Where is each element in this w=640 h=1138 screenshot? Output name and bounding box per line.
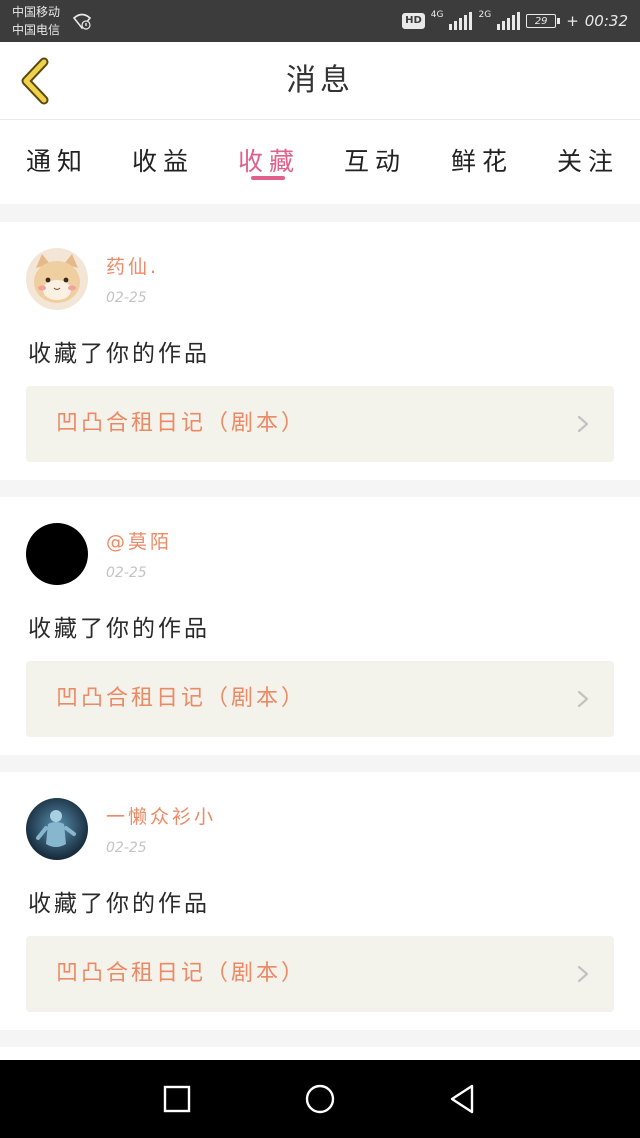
- work-title: 凹凸合租日记（剧本）: [56, 686, 307, 711]
- clock: 00:32: [584, 12, 628, 30]
- message-card: 一懒众衫小 02-25 收藏了你的作品 凹凸合租日记（剧本）: [0, 772, 640, 1030]
- network-2g-label: 2G: [478, 10, 492, 20]
- action-text: 收藏了你的作品: [28, 891, 210, 917]
- message-card-partial: [0, 1047, 640, 1060]
- network-4g-label: 4G: [430, 10, 444, 20]
- chevron-right-icon: [577, 690, 589, 708]
- wifi-shield-icon: [72, 13, 92, 30]
- message-date: 02-25: [106, 565, 147, 581]
- chevron-right-icon: [577, 415, 589, 433]
- username[interactable]: 一懒众衫小: [106, 802, 216, 829]
- tab-bar: 通知 收益 收藏 互动 鲜花 关注: [0, 120, 640, 204]
- message-date: 02-25: [106, 840, 147, 856]
- avatar[interactable]: [26, 798, 88, 860]
- cat-avatar-icon: [26, 248, 88, 310]
- work-title: 凹凸合租日记（剧本）: [56, 961, 307, 986]
- hd-badge: HD: [402, 13, 425, 29]
- action-text: 收藏了你的作品: [28, 616, 210, 642]
- message-card: @莫陌 02-25 收藏了你的作品 凹凸合租日记（剧本）: [0, 497, 640, 755]
- work-title: 凹凸合租日记（剧本）: [56, 411, 307, 436]
- message-date: 02-25: [106, 290, 147, 306]
- signal-icon-1: [449, 12, 473, 30]
- carrier-label-2: 中国电信: [12, 23, 61, 37]
- system-nav-bar: [0, 1060, 640, 1138]
- figure-avatar-icon: [26, 798, 88, 860]
- charging-icon: +: [566, 12, 579, 30]
- black-avatar-icon: [26, 523, 88, 585]
- username[interactable]: @莫陌: [106, 527, 172, 554]
- signal-icon-2: [497, 12, 521, 30]
- tab-interactions[interactable]: 互动: [344, 132, 406, 192]
- work-link[interactable]: 凹凸合租日记（剧本）: [26, 936, 614, 1012]
- header: 消息: [0, 42, 640, 120]
- work-link[interactable]: 凹凸合租日记（剧本）: [26, 386, 614, 462]
- active-tab-indicator: [251, 176, 285, 180]
- tab-follows[interactable]: 关注: [557, 132, 619, 192]
- circle-home-icon[interactable]: [300, 1079, 340, 1119]
- status-bar: 中国移动 中国电信 HD 4G 2G 29 + 00:32: [0, 0, 640, 42]
- avatar[interactable]: [26, 248, 88, 310]
- action-text: 收藏了你的作品: [28, 341, 210, 367]
- tab-earnings[interactable]: 收益: [132, 132, 194, 192]
- chevron-right-icon: [577, 965, 589, 983]
- page-title: 消息: [286, 63, 354, 98]
- square-recents-icon[interactable]: [157, 1079, 197, 1119]
- triangle-back-icon[interactable]: [442, 1079, 482, 1119]
- tab-notifications[interactable]: 通知: [26, 132, 88, 192]
- tab-flowers[interactable]: 鲜花: [451, 132, 513, 192]
- tab-favorites[interactable]: 收藏: [238, 132, 300, 192]
- carrier-label-1: 中国移动: [12, 5, 61, 19]
- work-link[interactable]: 凹凸合租日记（剧本）: [26, 661, 614, 737]
- avatar[interactable]: [26, 523, 88, 585]
- message-card: 药仙. 02-25 收藏了你的作品 凹凸合租日记（剧本）: [0, 222, 640, 480]
- battery-icon: 29: [526, 14, 561, 28]
- username[interactable]: 药仙.: [106, 252, 159, 279]
